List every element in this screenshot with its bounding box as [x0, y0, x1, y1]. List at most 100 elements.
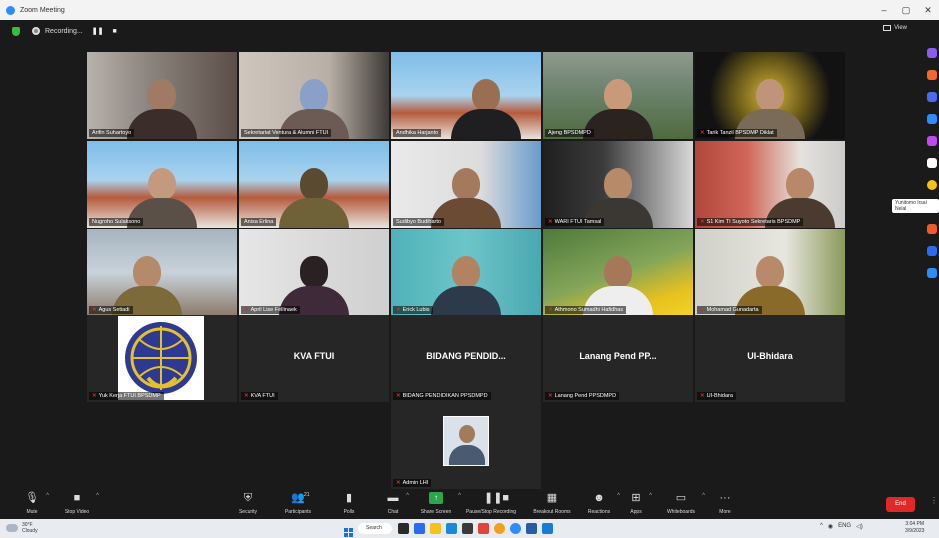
participant-tile[interactable]: ✕ Mohamad Gunadarta: [695, 229, 845, 316]
windows-start-icon[interactable]: [344, 524, 353, 537]
participant-tile[interactable]: ✕ Admin LHI: [391, 402, 541, 489]
participant-tile[interactable]: ✕ April Lise Fellinaek: [239, 229, 389, 316]
participant-display-name: BIDANG PENDID...: [426, 351, 506, 361]
app-icon[interactable]: [478, 523, 489, 534]
breakout-rooms-button[interactable]: ▦ Breakout Rooms: [530, 492, 574, 515]
maximize-button[interactable]: ▢: [895, 0, 917, 20]
task-view-icon[interactable]: [398, 523, 409, 534]
edge-browser-icon[interactable]: [446, 523, 457, 534]
participant-tile[interactable]: ✕ Tarik Tanzil BPSDMP Diklat: [695, 52, 845, 139]
outlook-icon[interactable]: [542, 523, 553, 534]
zoom-logo-icon: [6, 5, 15, 15]
participant-tile-active-speaker[interactable]: Sekretariat Ventura & Alumni FTUI: [239, 52, 389, 139]
pause-stop-recording-button[interactable]: ❚❚■ Pause/Stop Recording: [465, 492, 517, 515]
taskbar-search[interactable]: Search: [358, 523, 392, 534]
participant-tile[interactable]: Nugroho Sulaksono: [87, 141, 237, 228]
apps-button[interactable]: ⊞ ^ Apps: [627, 492, 652, 515]
app-icon[interactable]: [927, 114, 937, 124]
whiteboards-button[interactable]: ▭ ^ Whiteboards: [664, 492, 705, 515]
clock-date: 3/9/2023: [905, 528, 925, 534]
participant-tile[interactable]: ✕ Erick Lubis: [391, 229, 541, 316]
chevron-up-icon[interactable]: ^: [617, 493, 620, 499]
muted-mic-icon: ✕: [548, 219, 553, 225]
chevron-up-icon[interactable]: ^: [649, 493, 652, 499]
stop-video-button[interactable]: ■ ^ Stop Video: [62, 492, 99, 515]
participant-tile[interactable]: Andhika Harjanto: [391, 52, 541, 139]
participants-icon: 👥: [291, 492, 305, 504]
share-screen-button[interactable]: ↑ ^ Share Screen: [418, 492, 461, 515]
chevron-up-icon[interactable]: ^: [46, 493, 49, 499]
muted-mic-icon: ✕: [244, 307, 249, 313]
participant-tile[interactable]: ✕ Yuk Kerja FTUI BPSDMP: [87, 315, 237, 402]
participant-tile-no-video[interactable]: BIDANG PENDID... ✕ BIDANG PENDIDIKAN PPSD…: [391, 315, 541, 402]
stop-recording-button[interactable]: ■: [112, 28, 116, 35]
store-icon[interactable]: [462, 523, 473, 534]
encryption-shield-icon[interactable]: [12, 26, 20, 36]
chevron-up-icon[interactable]: ^: [702, 493, 705, 499]
chevron-up-icon[interactable]: ^: [96, 493, 99, 499]
toolbar-overflow-icon[interactable]: ⋮: [930, 496, 938, 505]
participant-tile[interactable]: ✕ WARI FTUI Tamsal: [543, 141, 693, 228]
window-title: Zoom Meeting: [20, 6, 65, 14]
participant-tile-no-video[interactable]: UI-Bhidara ✕ UI-Bhidara: [695, 315, 845, 402]
participant-name: KVA FTUI: [250, 393, 275, 399]
participants-button[interactable]: 👥 21 Participants: [283, 492, 313, 515]
app-icon[interactable]: [927, 224, 937, 234]
participant-video: [431, 256, 501, 316]
close-button[interactable]: ✕: [917, 0, 939, 20]
ellipsis-icon: ···: [719, 492, 731, 504]
chevron-up-icon[interactable]: ^: [406, 493, 409, 499]
emoji-icon[interactable]: [927, 180, 937, 190]
whiteboard-icon: ▭: [675, 492, 687, 504]
participant-tile[interactable]: ✕ S1 Kim TI Suyoto Sekretaris BPSDMP: [695, 141, 845, 228]
chat-button[interactable]: ▬ ^ Chat: [384, 492, 410, 515]
participant-tile[interactable]: Ajeng BPSDMPD: [543, 52, 693, 139]
security-button[interactable]: ⛨ Security: [236, 492, 260, 515]
organization-logo-emblem: [125, 322, 197, 394]
participant-tile[interactable]: ✕ Athmono Sumadhi Hafidhas: [543, 229, 693, 316]
mute-button[interactable]: 🎙 ^ Mute: [22, 492, 49, 515]
end-meeting-button[interactable]: End: [886, 497, 915, 512]
participant-tile-no-video[interactable]: KVA FTUI ✕ KVA FTUI: [239, 315, 389, 402]
participant-name: Sekretariat Ventura & Alumni FTUI: [244, 130, 329, 136]
app-icon[interactable]: [927, 92, 937, 102]
app-icon[interactable]: [927, 268, 937, 278]
cloud-weather-icon: [6, 524, 18, 532]
chat-app-icon[interactable]: [414, 523, 425, 534]
participant-tile-no-video[interactable]: Lanang Pend PP... ✕ Lanang Pend PPSDMPD: [543, 315, 693, 402]
chevron-up-icon[interactable]: ^: [820, 523, 823, 530]
polls-button[interactable]: ▮ Polls: [340, 492, 358, 515]
minimize-button[interactable]: –: [873, 0, 895, 20]
app-icon[interactable]: [927, 158, 937, 168]
participant-name: Athmono Sumadhi Hafidhas: [554, 307, 624, 313]
participant-tile[interactable]: Sudibyo Budiharto: [391, 141, 541, 228]
file-explorer-icon[interactable]: [430, 523, 441, 534]
participant-tile[interactable]: Anisa Erlina: [239, 141, 389, 228]
zoom-taskbar-icon[interactable]: [510, 523, 521, 534]
language-indicator[interactable]: ENG: [838, 523, 851, 530]
app-icon[interactable]: [927, 136, 937, 146]
network-icon[interactable]: ◉: [828, 523, 833, 530]
view-button[interactable]: View: [883, 25, 907, 31]
chrome-icon[interactable]: [494, 523, 505, 534]
muted-mic-icon: ✕: [244, 393, 249, 399]
participant-tile[interactable]: Arifin Suhartoyo: [87, 52, 237, 139]
volume-icon[interactable]: ◁): [856, 523, 863, 530]
chevron-up-icon[interactable]: ^: [458, 493, 461, 499]
pause-recording-button[interactable]: ❚❚: [92, 27, 104, 35]
muted-mic-icon: ✕: [548, 393, 553, 399]
participant-tile[interactable]: ✕ Agus Setiadi: [87, 229, 237, 316]
reactions-button[interactable]: ☻ ^ Reactions: [585, 492, 620, 515]
more-button[interactable]: ··· More: [716, 492, 734, 515]
muted-mic-icon: ✕: [700, 307, 705, 313]
app-icon[interactable]: [927, 48, 937, 58]
taskbar-clock[interactable]: 3:04 PM 3/9/2023: [905, 521, 924, 535]
weather-widget[interactable]: 30°F Cloudy: [22, 522, 38, 534]
participant-name: Mohamad Gunadarta: [706, 307, 759, 313]
participant-name: Admin LHI: [402, 480, 429, 486]
word-icon[interactable]: [526, 523, 537, 534]
share-screen-icon: ↑: [429, 492, 443, 504]
app-icon[interactable]: [927, 70, 937, 80]
app-icon[interactable]: [927, 246, 937, 256]
window-titlebar: Zoom Meeting – ▢ ✕: [0, 0, 939, 20]
